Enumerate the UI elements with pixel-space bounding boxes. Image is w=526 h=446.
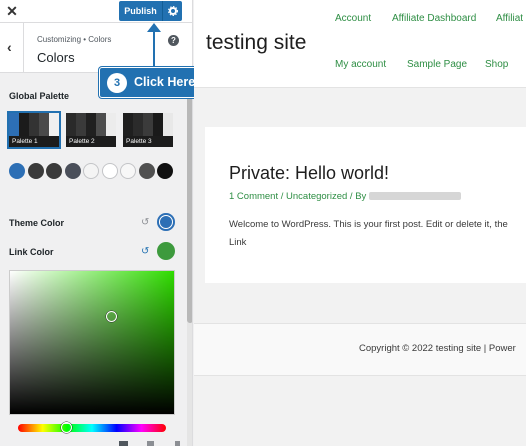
click-here-callout: 3 Click Here — [99, 67, 207, 98]
site-preview: testing site Account Affiliate Dashboard… — [194, 0, 526, 446]
nav-sample-page[interactable]: Sample Page — [407, 59, 467, 70]
post-meta: 1 Comment / Uncategorized / By — [229, 191, 462, 202]
palette-swatch[interactable] — [83, 163, 99, 179]
palette-swatch[interactable] — [157, 163, 173, 179]
palette-option[interactable]: Palette 2 — [66, 113, 116, 147]
redacted-author — [369, 192, 462, 201]
palette-swatch[interactable] — [138, 163, 155, 179]
palette-name: Palette 2 — [66, 136, 116, 147]
customizer-topbar: ✕ Publish — [0, 0, 192, 23]
palette-swatch[interactable] — [9, 163, 25, 179]
help-icon[interactable]: ? — [168, 35, 179, 46]
palette-swatch[interactable] — [101, 163, 118, 179]
tablet-icon[interactable] — [147, 441, 154, 446]
theme-color-label: Theme Color — [9, 218, 65, 228]
nav-account[interactable]: Account — [335, 13, 371, 24]
theme-color-swatch[interactable] — [157, 213, 175, 231]
post-excerpt-line: Link — [229, 237, 247, 248]
callout-arrow — [153, 28, 155, 68]
step-number-badge: 3 — [107, 73, 127, 93]
desktop-icon[interactable] — [119, 441, 128, 446]
global-palette-label: Global Palette — [9, 91, 70, 101]
close-icon[interactable]: ✕ — [4, 2, 20, 20]
site-title[interactable]: testing site — [206, 31, 306, 55]
reset-icon[interactable]: ↺ — [141, 217, 149, 228]
chevron-left-icon: ‹ — [7, 39, 12, 55]
post-title[interactable]: Private: Hello world! — [229, 163, 389, 184]
publish-settings-button[interactable] — [162, 1, 182, 21]
palette-name: Palette 3 — [123, 136, 173, 147]
section-title: Colors — [37, 50, 75, 65]
publish-button[interactable]: Publish — [119, 1, 162, 21]
palette-swatch[interactable] — [46, 163, 62, 179]
section-header: ‹ Customizing • Colors Colors ? — [0, 23, 192, 73]
breadcrumb: Customizing • Colors — [37, 35, 112, 44]
hue-slider-handle[interactable] — [61, 422, 73, 433]
gear-icon — [168, 6, 178, 16]
post-card: Private: Hello world! 1 Comment / Uncate… — [205, 127, 526, 283]
palette-swatch[interactable] — [120, 163, 136, 179]
nav-my-account[interactable]: My account — [335, 59, 386, 70]
mobile-icon[interactable] — [175, 441, 180, 446]
link-color-label: Link Color — [9, 247, 54, 257]
post-meta-text[interactable]: 1 Comment / Uncategorized / By — [229, 191, 366, 202]
palette-option[interactable]: Palette 1 — [7, 111, 61, 149]
palette-option[interactable]: Palette 3 — [123, 113, 173, 147]
post-excerpt-line: Welcome to WordPress. This is your first… — [229, 219, 508, 230]
nav-shop[interactable]: Shop — [485, 59, 508, 70]
nav-affiliate-dashboard[interactable]: Affiliate Dashboard — [392, 13, 476, 24]
palette-name: Palette 1 — [9, 136, 59, 147]
callout-text: Click Here — [134, 75, 196, 89]
nav-affiliate[interactable]: Affiliat — [496, 13, 523, 24]
palette-swatch[interactable] — [64, 163, 81, 179]
scrollbar-thumb[interactable] — [187, 73, 192, 323]
back-button[interactable]: ‹ — [0, 23, 24, 73]
color-picker-area[interactable] — [9, 270, 175, 415]
palette-swatch[interactable] — [27, 163, 44, 179]
reset-icon[interactable]: ↺ — [141, 246, 149, 257]
copyright-text: Copyright © 2022 testing site | Power — [359, 343, 516, 354]
site-footer: Copyright © 2022 testing site | Power — [194, 323, 526, 376]
arrow-up-icon — [147, 23, 161, 32]
link-color-swatch[interactable] — [157, 242, 175, 260]
site-header: testing site Account Affiliate Dashboard… — [194, 0, 526, 88]
hue-slider[interactable] — [18, 422, 166, 433]
